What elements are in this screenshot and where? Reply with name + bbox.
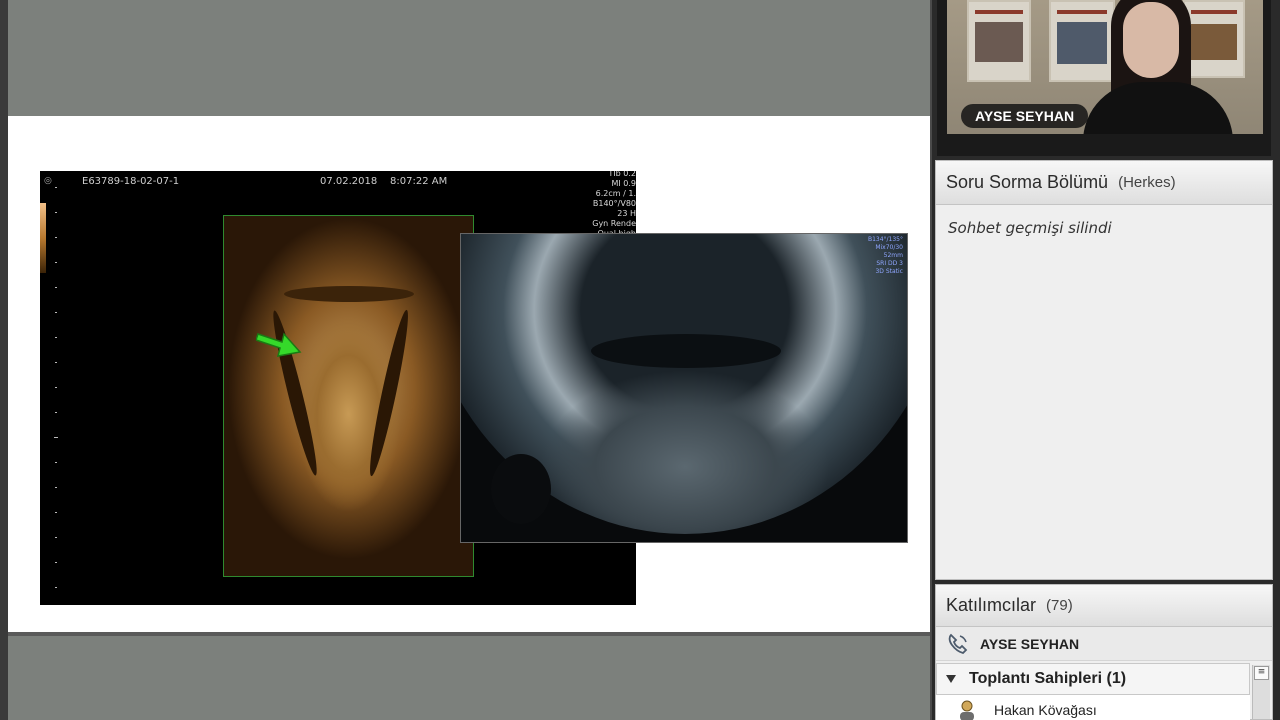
exam-id: E63789-18-02-07-1 xyxy=(82,176,180,187)
user-icon xyxy=(960,700,974,720)
scale-tick xyxy=(55,512,57,513)
scale-tick xyxy=(55,412,57,413)
param-line-4: Gyn Rende xyxy=(592,219,636,228)
exam-date: 07.02.2018 xyxy=(320,176,378,187)
qa-panel: Soru Sorma Bölümü (Herkes) Sohbet geçmiş… xyxy=(935,160,1273,580)
attendee-list-item[interactable]: Hakan Kövağası xyxy=(936,695,1250,720)
scale-tick xyxy=(55,587,57,588)
scale-tick xyxy=(55,312,57,313)
scale-tick xyxy=(55,387,57,388)
triangle-down-icon[interactable] xyxy=(945,674,957,684)
ultrasound-2d-params: B134°/135° Mix70/30 52mm SRI DD 3 3D Sta… xyxy=(868,236,903,276)
scale-tick xyxy=(55,487,57,488)
presenter-name-tag: AYSE SEYHAN xyxy=(961,104,1089,128)
attendees-scrollbar[interactable]: ≡ xyxy=(1252,665,1270,719)
param2-line-5: 3D Static xyxy=(875,268,903,275)
ultrasound-header: ◎ E63789-18-02-07-1 07.02.2018 8:07:22 A… xyxy=(40,171,636,191)
phone-icon xyxy=(948,633,968,654)
qa-audience-label: (Herkes) xyxy=(1118,174,1176,191)
scale-tick xyxy=(55,537,57,538)
stage-background-top xyxy=(8,0,930,116)
webinar-app: ◎ E63789-18-02-07-1 07.02.2018 8:07:22 A… xyxy=(0,0,1280,720)
chat-cleared-message: Sohbet geçmişi silindi xyxy=(948,219,1112,237)
param-line-2: B140°/V80 xyxy=(592,199,636,208)
attendees-count: (79) xyxy=(1046,597,1073,614)
attendee-name: Hakan Kövağası xyxy=(994,702,1097,718)
param-mi: MI 0.9 xyxy=(611,179,636,188)
slide-shadow xyxy=(8,632,930,636)
wall-poster xyxy=(967,0,1031,82)
hosts-group-label: Toplantı Sahipleri (1) xyxy=(969,670,1127,687)
attendees-panel: Katılımcılar (79) AYSE SEYHAN Toplantı S… xyxy=(935,584,1273,720)
endometrium-dark-band xyxy=(591,334,781,368)
scale-tick xyxy=(55,212,57,213)
scale-tick xyxy=(55,237,57,238)
scale-tick xyxy=(55,287,57,288)
presenter-person xyxy=(1083,0,1239,134)
ultrasound-2d-image: B134°/135° Mix70/30 52mm SRI DD 3 3D Sta… xyxy=(460,233,908,543)
stage-edge xyxy=(0,0,8,720)
scale-tick xyxy=(55,562,57,563)
ultrasound-params: TIb 0.2 MI 0.9 6.2cm / 1. B140°/V80 23 H… xyxy=(584,171,636,239)
depth-scale xyxy=(54,187,58,597)
list-menu-icon[interactable]: ≡ xyxy=(1254,666,1269,680)
param2-line-3: 52mm xyxy=(883,252,903,259)
scale-tick xyxy=(55,462,57,463)
pointer-arrow-icon xyxy=(256,332,302,357)
stage-background-bottom xyxy=(8,636,930,720)
qa-panel-title: Soru Sorma Bölümü xyxy=(946,172,1109,192)
chat-history-area: Sohbet geçmişi silindi xyxy=(936,205,1272,251)
presenter-row[interactable]: AYSE SEYHAN xyxy=(936,627,1272,661)
param2-line-1: B134°/135° xyxy=(867,236,903,243)
param2-line-4: SRI DD 3 xyxy=(876,260,903,267)
color-scale-bar xyxy=(40,203,46,273)
probe-icon: ◎ xyxy=(44,176,52,186)
presenter-video: AYSE SEYHAN xyxy=(937,0,1271,156)
attendees-title: Katılımcılar xyxy=(946,595,1037,615)
hosts-group-row[interactable]: Toplantı Sahipleri (1) xyxy=(936,663,1250,695)
presenter-row-name: AYSE SEYHAN xyxy=(980,635,1080,652)
scale-tick xyxy=(55,337,57,338)
attendees-panel-header[interactable]: Katılımcılar (79) xyxy=(936,585,1272,627)
video-frame: AYSE SEYHAN xyxy=(947,0,1263,134)
fundus-shadow xyxy=(284,286,414,302)
param2-line-2: Mix70/30 xyxy=(875,244,903,251)
scale-tick xyxy=(55,187,57,188)
exam-time: 8:07:22 AM xyxy=(390,176,448,187)
uterus-3d-render xyxy=(223,215,474,577)
scale-tick xyxy=(55,262,57,263)
param-tib: TIb 0.2 xyxy=(608,171,636,178)
scale-tick xyxy=(54,437,58,438)
qa-panel-header[interactable]: Soru Sorma Bölümü (Herkes) xyxy=(936,161,1272,205)
scale-tick xyxy=(55,362,57,363)
cavity-right-edge xyxy=(364,308,414,478)
param-line-1: 6.2cm / 1. xyxy=(595,189,636,198)
presentation-stage: ◎ E63789-18-02-07-1 07.02.2018 8:07:22 A… xyxy=(0,0,932,720)
dark-region xyxy=(491,454,551,524)
param-line-3: 23 H xyxy=(617,209,636,218)
